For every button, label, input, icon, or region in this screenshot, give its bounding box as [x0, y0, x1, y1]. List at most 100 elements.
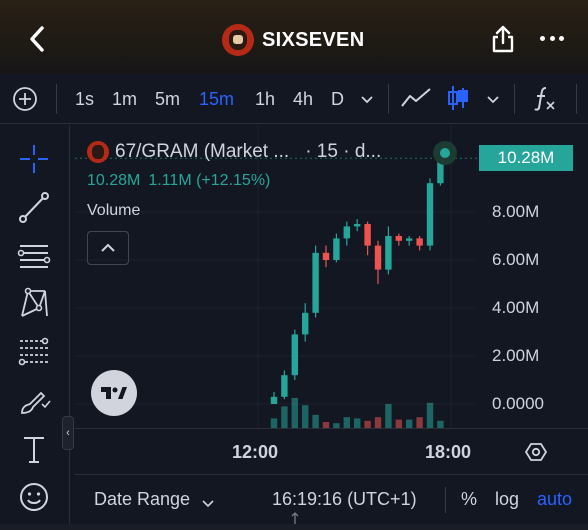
candle-body	[385, 236, 392, 270]
chevron-left-icon	[30, 26, 44, 52]
brush-icon	[21, 391, 51, 414]
candle-body	[333, 238, 340, 260]
volume-bar	[291, 398, 298, 428]
volume-bar	[354, 418, 361, 428]
line-chart-type-button[interactable]	[400, 86, 432, 115]
smiley-icon	[20, 483, 48, 511]
volume-bar	[437, 420, 444, 428]
collapse-legend-button[interactable]	[87, 231, 129, 265]
timezone-clock[interactable]: 16:19:16 (UTC+1)	[272, 489, 417, 510]
indicators-button[interactable]	[532, 84, 558, 117]
volume-bar	[416, 417, 423, 428]
volume-bar	[406, 419, 413, 428]
share-icon	[492, 25, 514, 53]
time-axis-label: 12:00	[232, 442, 279, 462]
candle-body	[291, 334, 298, 376]
chevron-down-icon	[487, 96, 499, 104]
more-options-button[interactable]	[540, 36, 564, 42]
candle-body	[426, 183, 434, 246]
collapse-toolbar-handle[interactable]: ‹	[62, 416, 74, 450]
chevron-down-icon	[361, 96, 373, 104]
volume-bar	[312, 414, 319, 428]
brush-tool[interactable]	[14, 381, 54, 421]
candle-body	[322, 252, 330, 260]
tradingview-logo[interactable]	[91, 370, 137, 416]
symbol-avatar	[87, 141, 109, 163]
market-status-indicator[interactable]	[433, 141, 457, 165]
toolbar-divider	[514, 84, 515, 114]
interval-dropdown[interactable]	[360, 92, 374, 110]
pattern-tool[interactable]	[14, 283, 54, 323]
chart-bottom-bar: Date Range 16:19:16 (UTC+1) % log auto	[75, 474, 588, 525]
volume-bar	[395, 419, 402, 428]
chart-pane[interactable]: 67/GRAM (Market ... · 15 · d... 10.28M 1…	[75, 125, 588, 475]
volume-bar	[302, 405, 309, 428]
add-symbol-button[interactable]	[12, 86, 38, 112]
volume-legend-label[interactable]: Volume	[87, 202, 140, 220]
ohlc-legend: 10.28M 1.11M (+12.15%)	[87, 172, 270, 190]
symbol-legend[interactable]: 67/GRAM (Market ... · 15 · d...	[87, 141, 381, 163]
candle-body	[302, 312, 309, 335]
parallel-lines-icon	[17, 245, 51, 268]
token-avatar	[222, 24, 254, 56]
chart-type-dropdown[interactable]	[486, 92, 500, 110]
back-button[interactable]	[22, 22, 52, 56]
volume-bar	[385, 404, 392, 428]
chart-toolbar: 1s 1m 5m 15m 1h 4h D	[0, 74, 588, 124]
volume-bar	[364, 420, 371, 428]
fibonacci-icon	[18, 337, 49, 366]
interval-1h[interactable]: 1h	[255, 88, 275, 110]
bottom-edge	[0, 524, 588, 530]
interval-15m[interactable]: 15m	[199, 88, 234, 110]
symbol-suffix: · 15 · d...	[305, 141, 382, 162]
text-icon	[24, 437, 44, 463]
arrow-up-icon	[291, 512, 299, 525]
trend-line-icon	[19, 192, 49, 223]
app-title: SIXSEVEN	[262, 28, 365, 51]
interval-d[interactable]: D	[331, 88, 344, 110]
interval-4h[interactable]: 4h	[293, 88, 313, 110]
line-chart-icon	[401, 88, 431, 107]
candlestick-icon	[448, 86, 468, 110]
chevron-down-icon	[202, 500, 214, 508]
volume-bar	[374, 417, 382, 428]
price-axis-label: 8.00M	[492, 202, 540, 221]
interval-1s[interactable]: 1s	[75, 88, 94, 110]
interval-5m[interactable]: 5m	[155, 88, 180, 110]
tradingview-logo-icon	[101, 387, 127, 399]
candle-body	[416, 238, 423, 246]
candle-body	[270, 396, 278, 404]
crosshair-icon	[20, 145, 48, 173]
candle-body	[312, 252, 319, 313]
emoji-tool[interactable]	[14, 477, 54, 517]
date-range-dropdown[interactable]	[202, 495, 214, 513]
time-axis[interactable]: 12:00 18:00	[75, 428, 588, 474]
price-axis-label: 0.0000	[492, 394, 544, 413]
price-axis-label: 4.00M	[492, 298, 540, 317]
candle-body	[343, 226, 350, 239]
date-range-button[interactable]: Date Range	[94, 489, 190, 510]
volume-bar	[343, 417, 350, 428]
percent-scale-toggle[interactable]: %	[461, 489, 477, 510]
trend-line-tool[interactable]	[14, 187, 54, 227]
share-button[interactable]	[490, 24, 516, 54]
text-tool[interactable]	[14, 429, 54, 469]
bottom-bar-divider	[445, 487, 446, 513]
chart-settings-button[interactable]	[524, 441, 548, 463]
price-axis-label: 2.00M	[492, 346, 540, 365]
toolbar-divider	[56, 84, 57, 114]
candle-chart-type-button[interactable]	[446, 84, 470, 117]
fib-tool[interactable]	[14, 331, 54, 371]
chevron-left-icon: ‹	[66, 427, 70, 439]
candle-body	[406, 238, 413, 241]
horizontal-lines-tool[interactable]	[14, 235, 54, 275]
candle-body	[395, 236, 402, 241]
resize-handle[interactable]	[290, 511, 300, 525]
price-change-value: 1.11M (+12.15%)	[148, 172, 271, 189]
candle-body	[374, 245, 382, 270]
toolbar-divider	[576, 84, 577, 114]
auto-scale-toggle[interactable]: auto	[537, 489, 572, 510]
interval-1m[interactable]: 1m	[112, 88, 137, 110]
log-scale-toggle[interactable]: log	[495, 489, 519, 510]
crosshair-tool[interactable]	[14, 139, 54, 179]
